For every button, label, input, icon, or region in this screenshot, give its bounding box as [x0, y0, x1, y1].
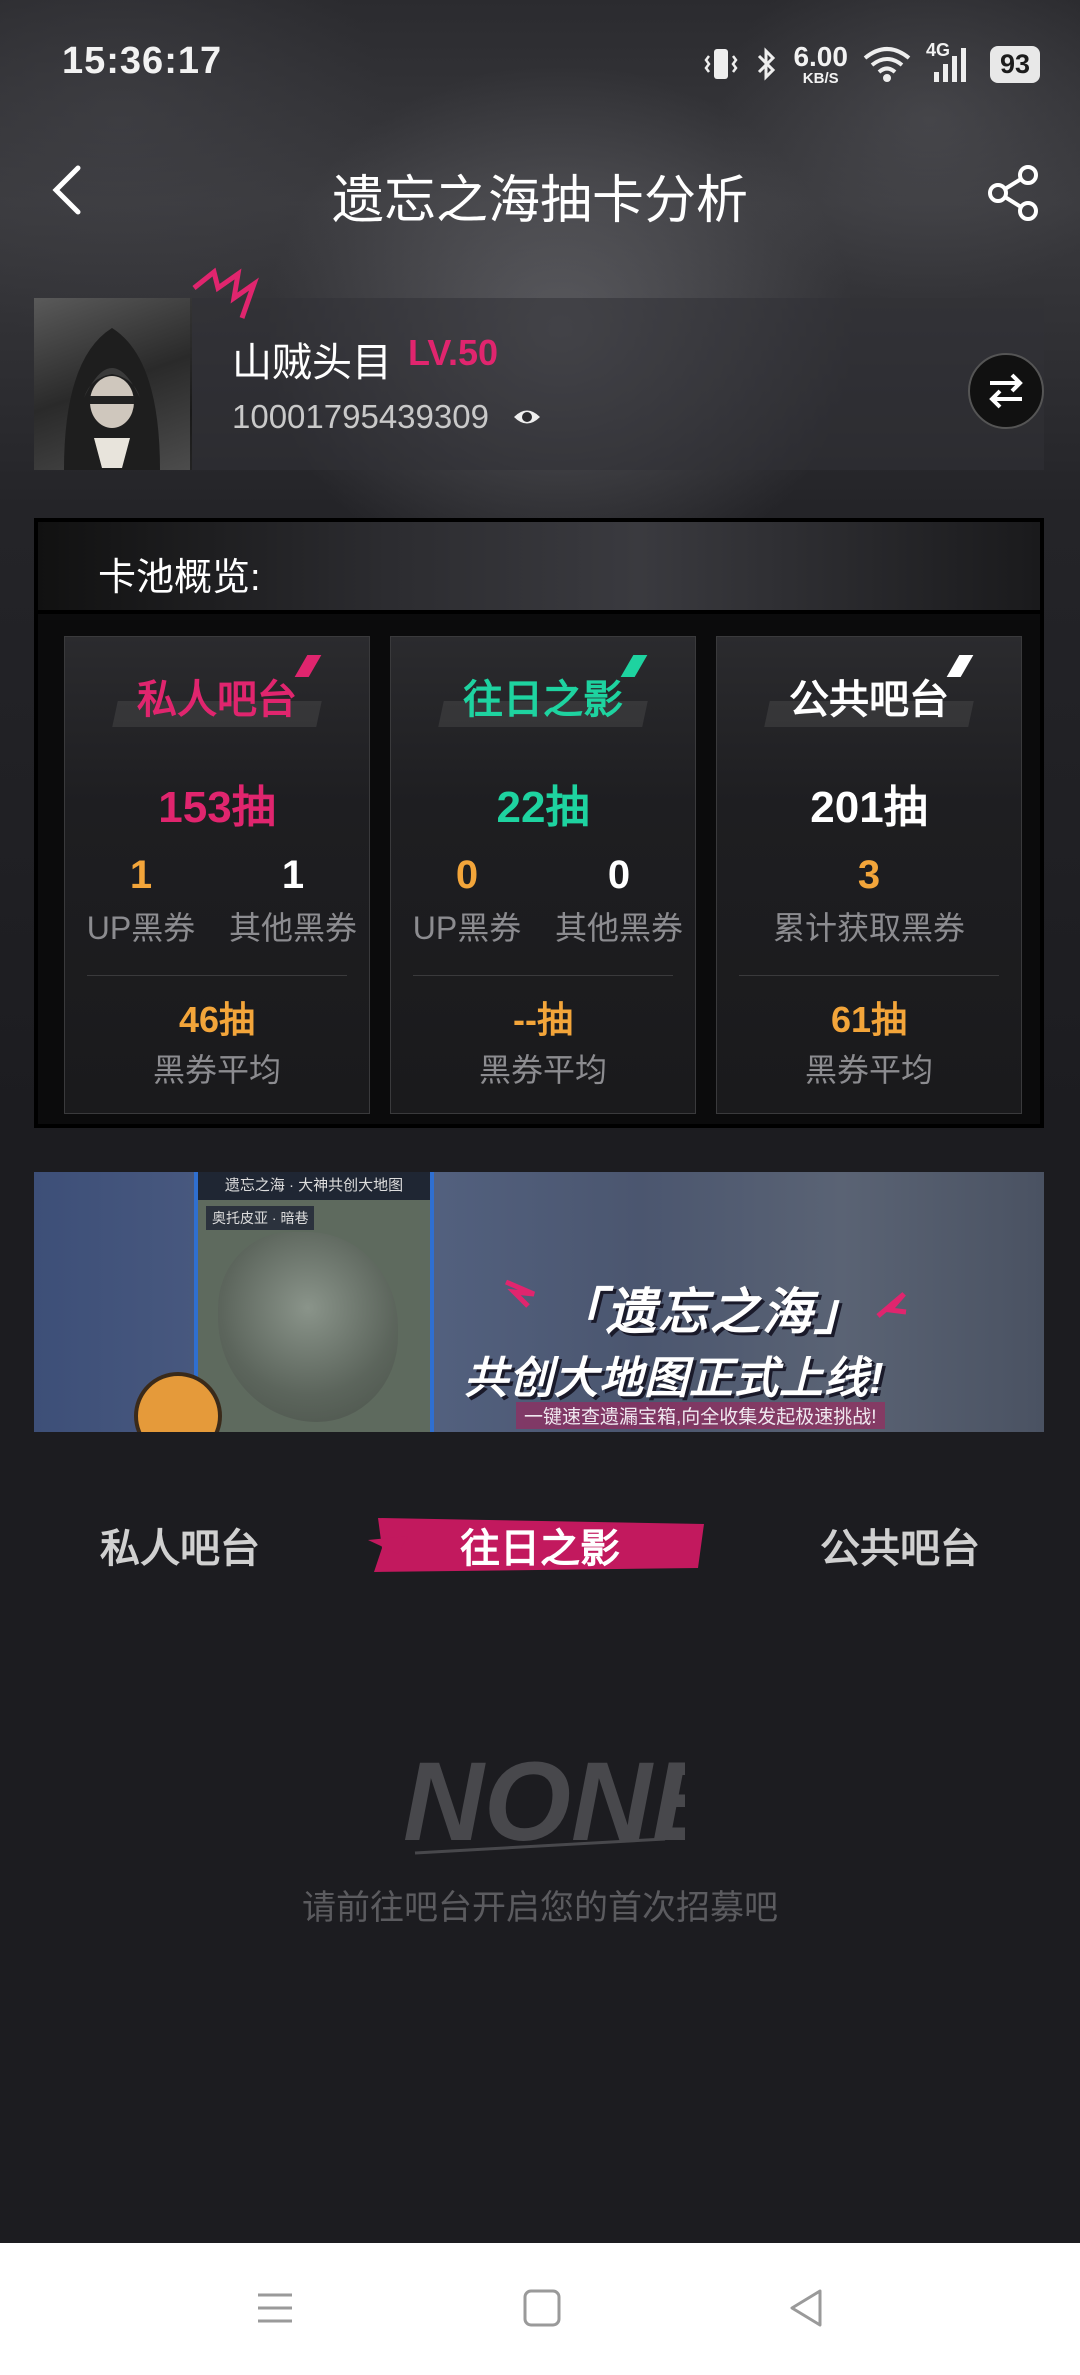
menu-icon[interactable] [250, 2283, 300, 2333]
up-ticket-count: 0 [455, 853, 479, 897]
pool-card-private[interactable]: 私人吧台 153抽 1 1 UP黑券 其他黑券 46抽 黑券平均 [64, 636, 370, 1114]
username: 山贼头目 [232, 341, 392, 385]
lightning-deco-icon [192, 267, 259, 319]
share-icon [988, 165, 1038, 221]
signal-bars-icon [933, 48, 966, 82]
pool-name: 往日之影 [463, 678, 623, 722]
avg-label: 黑券平均 [152, 1052, 281, 1088]
divider [739, 975, 999, 976]
cellular-signal: 4G [926, 40, 970, 84]
total-ticket-count: 3 [857, 853, 881, 897]
pool-card-public[interactable]: 公共吧台 201抽 3 累计获取黑券 61抽 黑券平均 [716, 636, 1022, 1114]
status-bar: 15:36:17 6.00 KB/S 4G 93 [0, 0, 1080, 130]
tab-public-bar[interactable]: 公共吧台 [820, 1516, 980, 1574]
overview-header: 卡池概览: [38, 522, 1040, 614]
spark-deco-icon [505, 1279, 535, 1308]
pool-pulls: 22抽 [496, 783, 590, 832]
user-level: LV.50 [408, 332, 499, 373]
bluetooth-icon [758, 47, 776, 81]
empty-message: 请前往吧台开启您的首次招募吧 [302, 1889, 778, 1927]
tab-private-bar[interactable]: 私人吧台 [100, 1516, 260, 1574]
avg-label: 黑券平均 [478, 1052, 607, 1088]
swap-icon [989, 373, 1023, 409]
up-ticket-label: UP黑券 [86, 910, 196, 946]
pool-pulls: 153抽 [158, 783, 276, 832]
other-ticket-count: 1 [281, 853, 305, 897]
avg-pulls: 46抽 [178, 999, 256, 1040]
pool-name: 私人吧台 [137, 678, 297, 722]
avg-label: 黑券平均 [804, 1052, 933, 1088]
other-ticket-label: 其他黑券 [228, 910, 357, 946]
vibrate-icon [704, 49, 739, 79]
divider [413, 975, 673, 976]
up-ticket-label: UP黑券 [412, 910, 522, 946]
banner-subtitle: 一键速查遗漏宝箱,向全收集发起极速挑战! [516, 1402, 885, 1429]
map-preview: 遗忘之海 · 大神共创大地图 奥托皮亚 · 暗巷 [194, 1172, 434, 1432]
back-triangle-icon[interactable] [782, 2283, 832, 2333]
pool-overview: 卡池概览: 私人吧台 153抽 1 1 UP黑券 其他黑券 46抽 黑券平均 往… [34, 518, 1044, 1128]
avatar-figure-icon [64, 328, 160, 470]
wifi-icon [863, 47, 911, 82]
banner-headline-1: 「遗忘之海」 [554, 1284, 866, 1340]
overview-title: 卡池概览: [98, 557, 261, 599]
map-terrain [218, 1232, 398, 1422]
share-button[interactable] [982, 162, 1044, 224]
avg-pulls: --抽 [513, 999, 573, 1040]
map-preview-filter: 奥托皮亚 · 暗巷 [206, 1206, 315, 1230]
system-nav-bar [0, 2243, 1080, 2375]
user-id: 10001795439309 [232, 398, 489, 435]
pool-name: 公共吧台 [789, 678, 949, 722]
network-speed: 6.00 KB/S [793, 40, 848, 87]
eye-icon[interactable] [512, 406, 542, 428]
avg-pulls: 61抽 [830, 999, 908, 1040]
pool-pulls: 201抽 [810, 783, 928, 832]
battery-indicator: 93 [989, 45, 1040, 83]
avatar[interactable] [34, 298, 192, 470]
status-icons: 6.00 KB/S 4G 93 [701, 38, 1040, 90]
user-card: 山贼头目 LV.50 10001795439309 [34, 267, 1044, 470]
page-title: 遗忘之海抽卡分析 [331, 172, 748, 230]
pool-card-shadow[interactable]: 往日之影 22抽 0 0 UP黑券 其他黑券 --抽 黑券平均 [390, 636, 696, 1114]
switch-account-button[interactable] [968, 353, 1044, 429]
map-promo-banner[interactable]: 遗忘之海 · 大神共创大地图 奥托皮亚 · 暗巷 「遗忘之海」 共创大地图正式上… [34, 1172, 1044, 1432]
other-ticket-label: 其他黑券 [554, 910, 683, 946]
home-icon[interactable] [517, 2283, 567, 2333]
divider [87, 975, 347, 976]
status-time: 15:36:17 [62, 40, 223, 82]
tab-shadow[interactable]: 往日之影 [460, 1516, 620, 1574]
up-ticket-count: 1 [129, 853, 153, 897]
banner-headline-2: 共创大地图正式上线! [464, 1354, 885, 1403]
spark-deco-icon [876, 1292, 907, 1318]
other-ticket-count: 0 [607, 853, 631, 897]
none-illustration-icon: NONE [403, 1739, 685, 1864]
map-preview-title: 遗忘之海 · 大神共创大地图 [198, 1172, 430, 1200]
total-ticket-label: 累计获取黑券 [772, 910, 965, 946]
